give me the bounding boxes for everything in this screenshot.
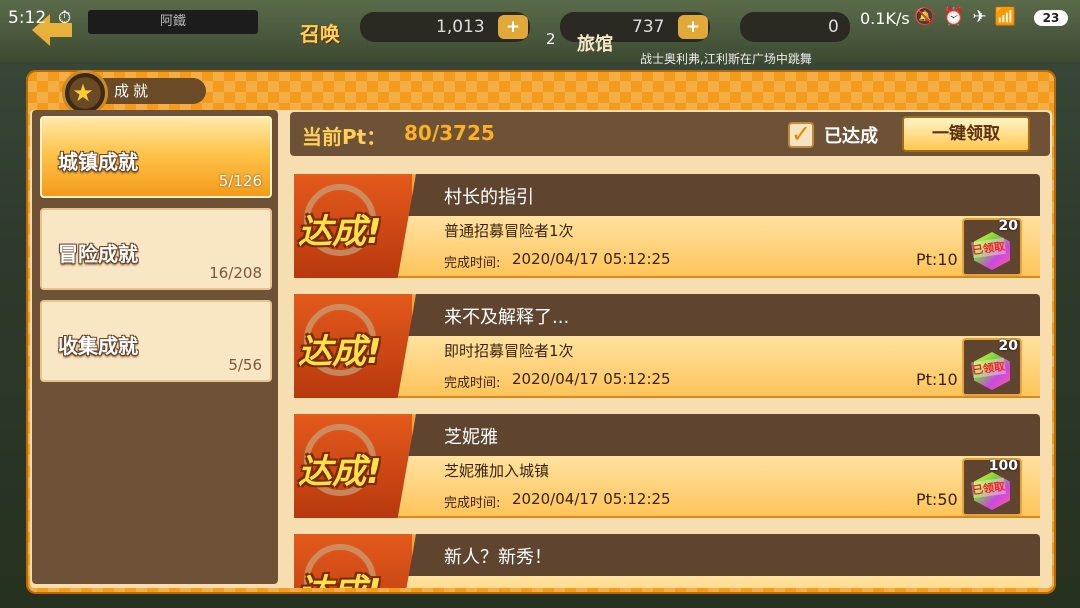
achieved-filter-label[interactable]: 已达成	[824, 122, 878, 148]
category-sidebar: 城镇成就 5/126 冒险成就 16/208 收集成就 5/56	[32, 110, 278, 584]
achievement-desc: 普通招募冒险者1次	[444, 222, 574, 240]
panel-title-text: 成就	[114, 82, 153, 100]
achieved-badge-text: 达成!	[298, 212, 382, 252]
achievement-title: 来不及解释了...	[444, 307, 570, 328]
achievement-desc: 芝妮雅加入城镇	[444, 462, 550, 480]
news-ticker: 战士奥利弗,江利斯在广场中跳舞	[640, 52, 812, 66]
category-count: 5/126	[218, 172, 262, 190]
achieved-badge-text: 达成!	[298, 452, 382, 492]
category-label: 城镇成就	[58, 150, 138, 174]
reward-slot[interactable]: 已领取 100	[962, 458, 1022, 516]
category-adventure[interactable]: 冒险成就 16/208	[40, 208, 272, 290]
achievement-desc: 即时招募冒险者1次	[444, 342, 574, 360]
completion-time: 2020/04/17 05:12:25	[512, 250, 671, 268]
category-label: 冒险成就	[58, 242, 138, 266]
category-count: 5/56	[228, 356, 262, 374]
panel-title: ★ 成就	[62, 70, 206, 116]
achievement-pt: Pt:50	[916, 490, 958, 509]
status-bar: 5:12 ⏱ 0.1K/s 🔕⏰✈📶 23	[0, 0, 1080, 36]
achieved-badge: 达成!	[294, 294, 416, 398]
current-pt-value: 80/3725	[404, 121, 495, 145]
reward-quantity: 20	[998, 338, 1018, 354]
completion-time-label: 完成时间:	[444, 256, 501, 271]
achievement-title: 芝妮雅	[444, 427, 498, 448]
achieved-badge-text: 达成!	[298, 332, 382, 372]
current-pt-label: 当前Pt：	[302, 125, 387, 149]
category-label: 收集成就	[58, 334, 138, 358]
status-icons: 🔕⏰✈📶	[914, 7, 1024, 27]
completion-time-label: 完成时间:	[444, 376, 501, 391]
battery-icon: 23	[1034, 10, 1068, 26]
achievement-list[interactable]: 村长的指引 普通招募冒险者1次 完成时间: 2020/04/17 05:12:2…	[290, 174, 1042, 588]
alarm-icon: ⏱	[58, 8, 72, 28]
achieved-badge-text: 达成!	[298, 564, 382, 588]
achievement-pt: Pt:10	[916, 250, 958, 269]
achieved-filter-checkbox[interactable]: ✓	[788, 122, 814, 148]
reward-quantity: 20	[998, 218, 1018, 234]
achievement-item: 新人？新秀！ 达成!	[294, 534, 1040, 588]
achievement-pt: Pt:10	[916, 370, 958, 389]
achieved-badge: 达成!	[294, 174, 416, 278]
achievement-title: 新人？新秀！	[444, 547, 552, 568]
achievement-item: 村长的指引 普通招募冒险者1次 完成时间: 2020/04/17 05:12:2…	[294, 174, 1040, 278]
reward-slot[interactable]: 已领取 20	[962, 218, 1022, 276]
category-collection[interactable]: 收集成就 5/56	[40, 300, 272, 382]
achievements-panel: ★ 成就 城镇成就 5/126 冒险成就 16/208 收集成就 5/56 当前…	[26, 70, 1056, 594]
achieved-badge: 达成!	[294, 414, 416, 518]
achievement-title: 村长的指引	[444, 187, 534, 208]
category-town[interactable]: 城镇成就 5/126	[40, 116, 272, 198]
network-speed: 0.1K/s	[860, 9, 910, 28]
category-count: 16/208	[209, 264, 262, 282]
claim-all-button[interactable]: 一键领取	[902, 116, 1030, 152]
reward-slot[interactable]: 已领取 20	[962, 338, 1022, 396]
completion-time: 2020/04/17 05:12:25	[512, 490, 671, 508]
completion-time: 2020/04/17 05:12:25	[512, 370, 671, 388]
achieved-badge: 达成!	[294, 534, 416, 588]
completion-time-label: 完成时间:	[444, 496, 501, 511]
reward-quantity: 100	[988, 458, 1018, 474]
points-header: 当前Pt： 80/3725 ✓ 已达成 一键领取	[290, 112, 1050, 156]
achievement-item: 芝妮雅 芝妮雅加入城镇 完成时间: 2020/04/17 05:12:25 Pt…	[294, 414, 1040, 518]
achievement-item: 来不及解释了... 即时招募冒险者1次 完成时间: 2020/04/17 05:…	[294, 294, 1040, 398]
clock: 5:12	[8, 8, 47, 28]
